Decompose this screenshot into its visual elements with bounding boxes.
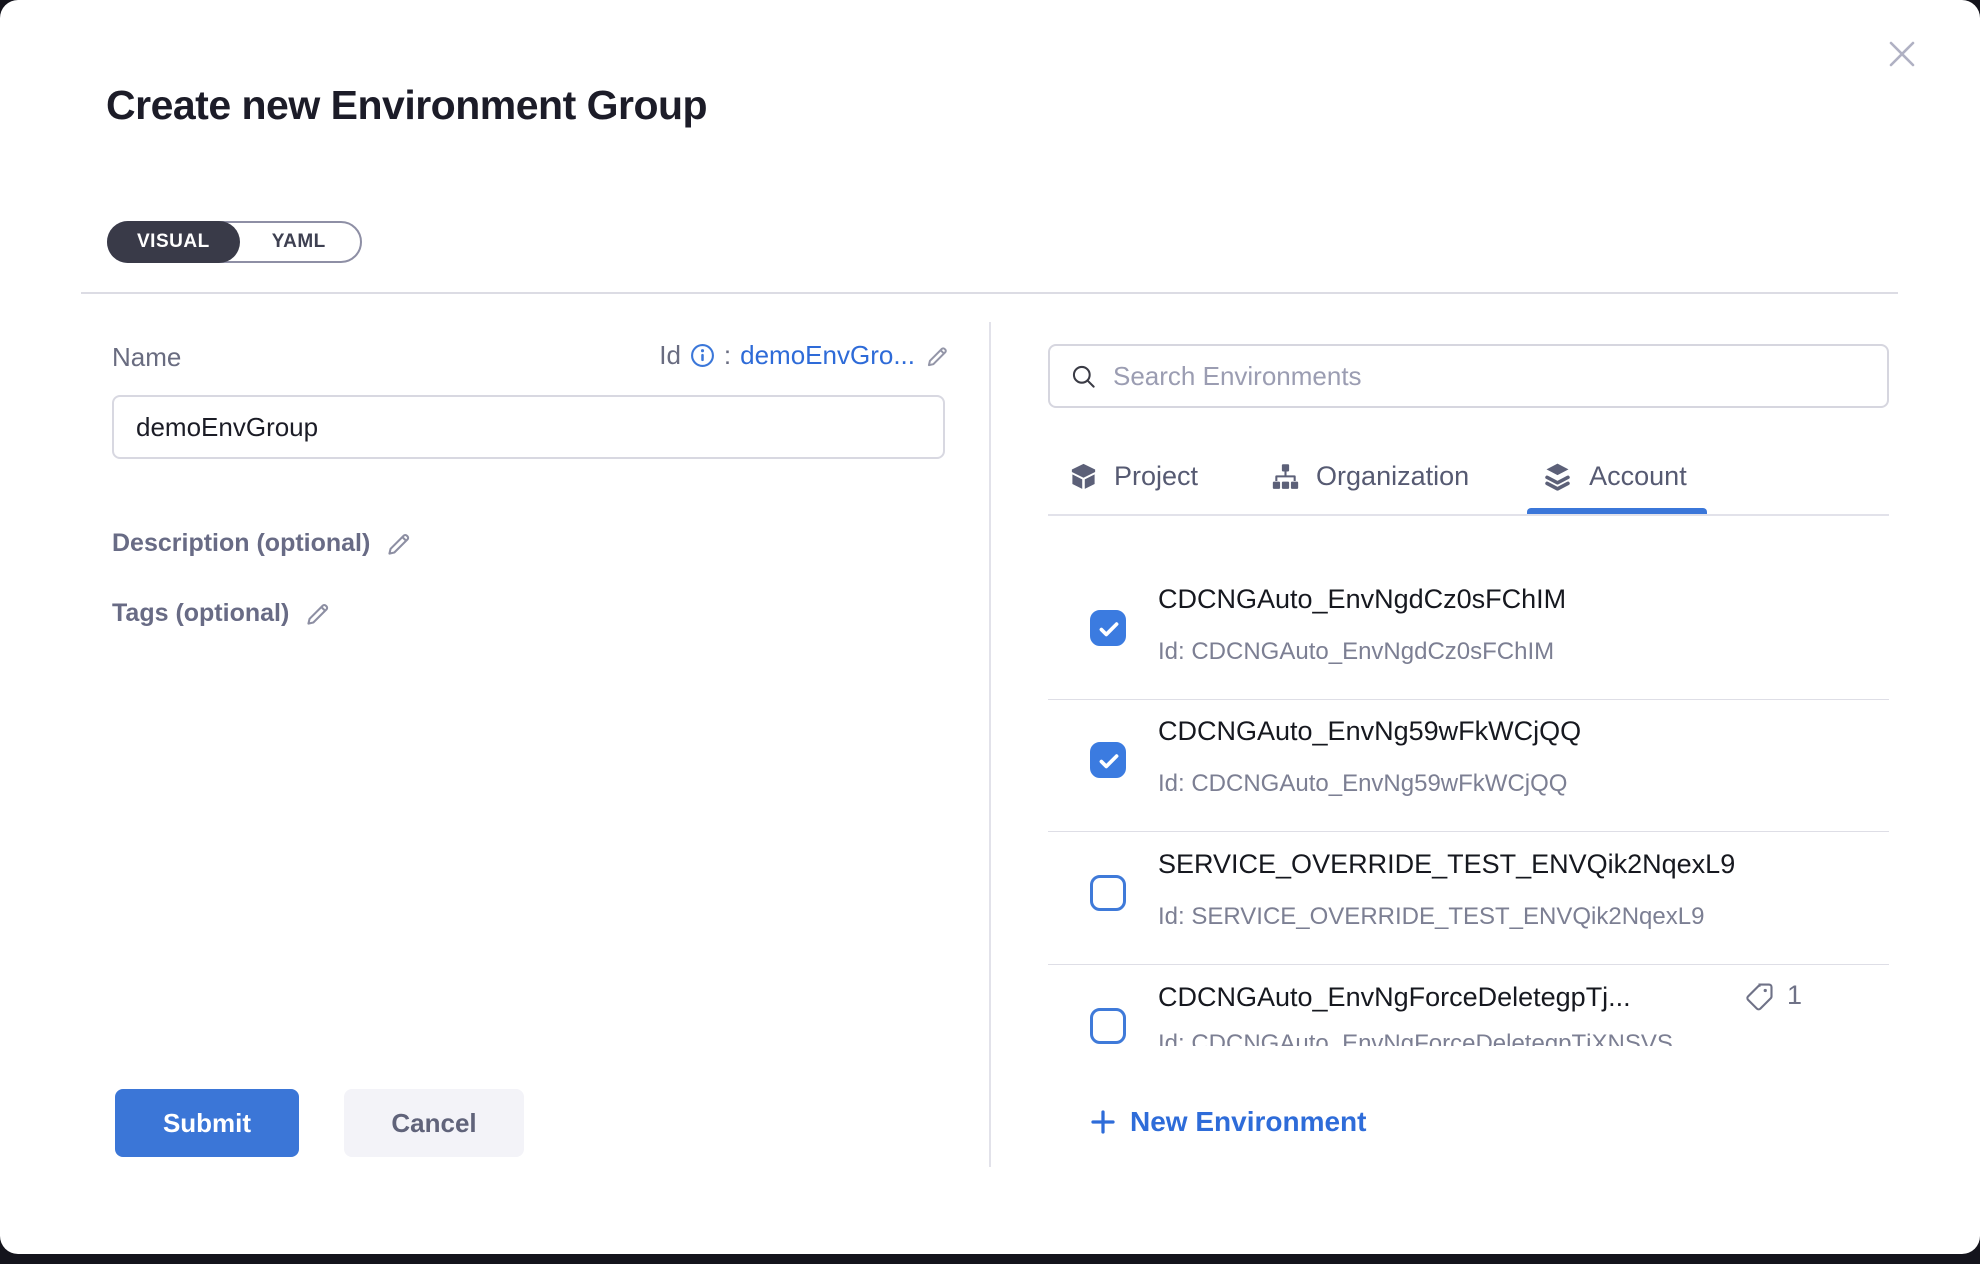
id-value-link[interactable]: demoEnvGro...: [740, 340, 915, 371]
env-id: Id: CDCNGAuto_EnvNg59wFkWCjQQ: [1158, 770, 1567, 798]
account-layers-icon: [1541, 460, 1574, 493]
env-tag-badge: 1: [1745, 980, 1802, 1011]
search-icon: [1070, 363, 1097, 390]
environment-search-box: [1048, 344, 1889, 408]
id-separator: :: [724, 340, 731, 371]
check-icon: [1096, 748, 1122, 774]
description-label: Description (optional): [112, 529, 370, 558]
edit-tags-pencil-icon[interactable]: [303, 598, 334, 629]
id-info-icon[interactable]: [690, 343, 715, 368]
toggle-yaml[interactable]: YAML: [238, 221, 360, 263]
env-id: Id: CDCNGAuto_EnvNgdCz0sFChIM: [1158, 638, 1554, 666]
env-id: Id: SERVICE_OVERRIDE_TEST_ENVQik2NqexL9: [1158, 903, 1704, 931]
visual-yaml-toggle: VISUAL YAML: [107, 221, 362, 263]
header-divider: [81, 292, 1898, 294]
env-name[interactable]: CDCNGAuto_EnvNgdCz0sFChIM: [1158, 584, 1566, 615]
scope-tabs: Project Organization Account: [1048, 438, 1889, 516]
env-checkbox[interactable]: [1090, 875, 1126, 911]
tab-project[interactable]: Project: [1068, 438, 1198, 514]
env-name[interactable]: CDCNGAuto_EnvNgForceDeletegpTj...: [1158, 982, 1631, 1013]
check-icon: [1096, 616, 1122, 642]
tags-row: Tags (optional): [112, 598, 334, 629]
row-divider: [1048, 699, 1889, 700]
close-button[interactable]: [1882, 32, 1926, 76]
tab-organization-label: Organization: [1316, 461, 1469, 492]
env-name[interactable]: CDCNGAuto_EnvNg59wFkWCjQQ: [1158, 716, 1581, 747]
env-tag-count: 1: [1787, 980, 1802, 1011]
env-checkbox[interactable]: [1090, 1008, 1126, 1044]
search-environments-input[interactable]: [1113, 361, 1867, 392]
tab-project-label: Project: [1114, 461, 1198, 492]
tags-label: Tags (optional): [112, 599, 289, 628]
env-checkbox[interactable]: [1090, 610, 1126, 646]
env-id-clipped: Id: CDCNGAuto_EnvNgForceDeletegpTjXNSVS: [1158, 1030, 1673, 1046]
edit-description-pencil-icon[interactable]: [384, 528, 415, 559]
tab-organization[interactable]: Organization: [1270, 438, 1469, 514]
env-name[interactable]: SERVICE_OVERRIDE_TEST_ENVQik2NqexL9: [1158, 849, 1735, 880]
close-icon: [1882, 34, 1926, 74]
panel-divider: [989, 322, 991, 1167]
submit-button[interactable]: Submit: [115, 1089, 299, 1157]
id-row: Id : demoEnvGro...: [540, 340, 952, 371]
page-title: Create new Environment Group: [106, 82, 707, 129]
project-cube-icon: [1068, 461, 1099, 492]
tab-account[interactable]: Account: [1541, 438, 1687, 514]
tab-account-label: Account: [1589, 461, 1687, 492]
cancel-button[interactable]: Cancel: [344, 1089, 524, 1157]
tag-icon: [1745, 981, 1775, 1011]
env-id: Id: CDCNGAuto_EnvNgForceDeletegpTjXNSVS: [1158, 1030, 1673, 1046]
new-environment-button[interactable]: New Environment: [1088, 1106, 1366, 1138]
name-label: Name: [112, 342, 181, 373]
new-environment-label: New Environment: [1130, 1106, 1366, 1138]
name-input[interactable]: [112, 395, 945, 459]
environment-list: CDCNGAuto_EnvNgdCz0sFChIM Id: CDCNGAuto_…: [1048, 518, 1889, 1047]
row-divider: [1048, 964, 1889, 965]
edit-id-pencil-icon[interactable]: [924, 342, 952, 370]
organization-chart-icon: [1270, 461, 1301, 492]
description-row: Description (optional): [112, 528, 415, 559]
row-divider: [1048, 831, 1889, 832]
id-label: Id: [659, 340, 681, 371]
env-checkbox[interactable]: [1090, 742, 1126, 778]
create-env-group-modal: Create new Environment Group VISUAL YAML…: [0, 0, 1980, 1254]
toggle-visual[interactable]: VISUAL: [107, 221, 240, 263]
plus-icon: [1088, 1107, 1118, 1137]
